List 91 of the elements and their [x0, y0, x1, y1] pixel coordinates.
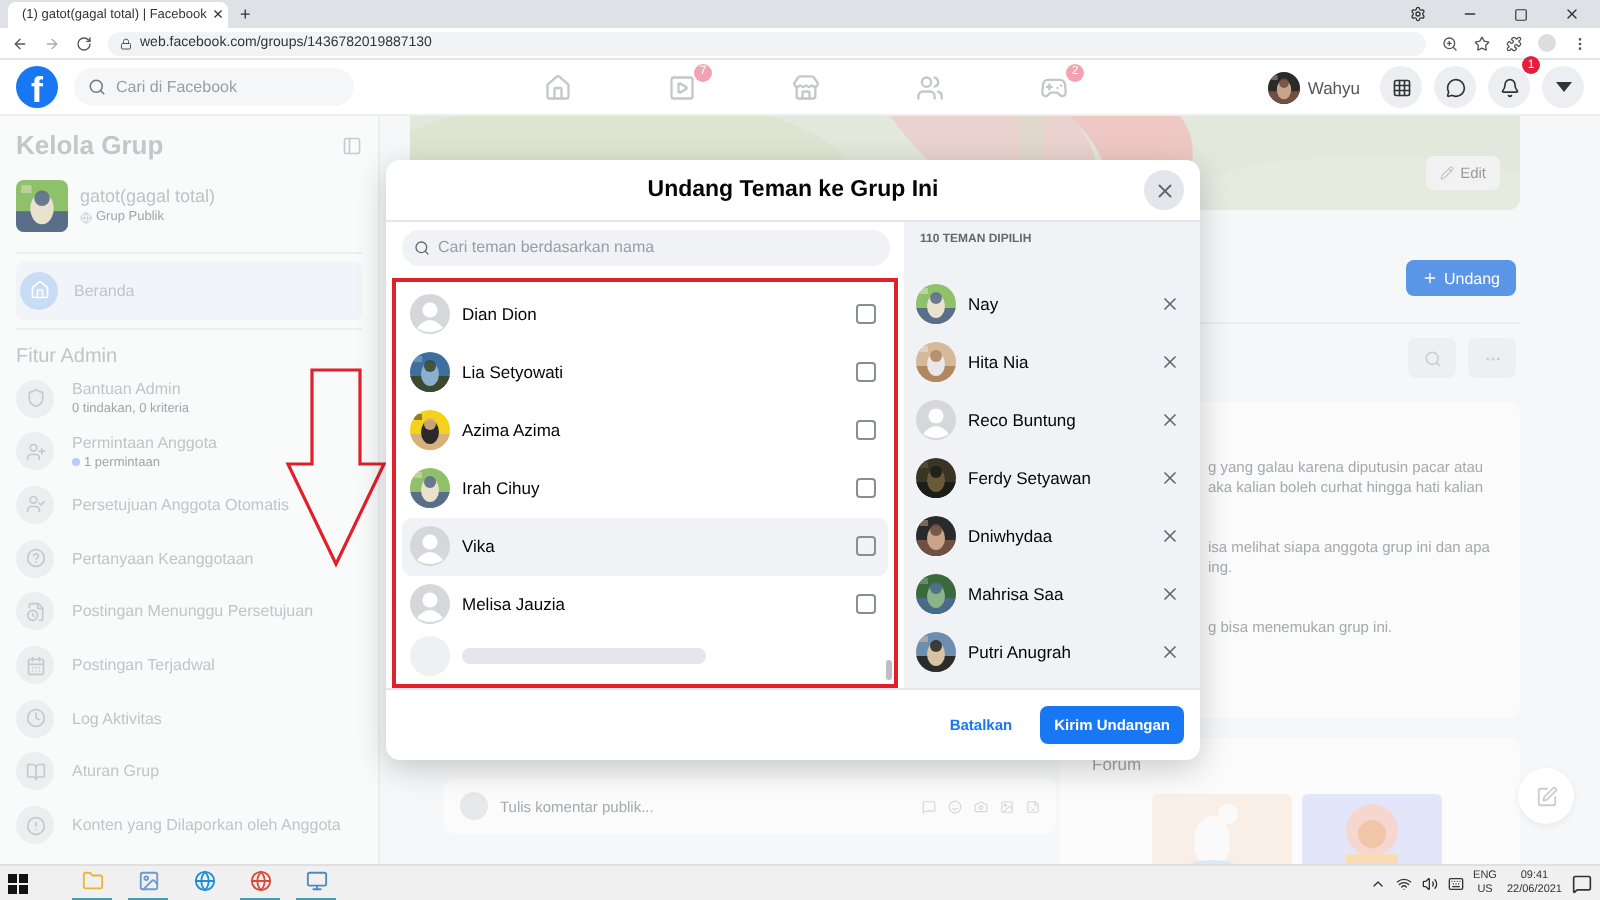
- friend-row[interactable]: Lia Setyowati: [402, 343, 888, 402]
- caret-icon: [1555, 82, 1571, 92]
- notification-center-icon[interactable]: [1572, 873, 1592, 893]
- remove-icon[interactable]: [1160, 409, 1180, 429]
- friend-name: Lia Setyowati: [462, 362, 566, 383]
- menu-button[interactable]: [1380, 66, 1422, 108]
- volume-icon[interactable]: [1421, 875, 1438, 891]
- checkbox[interactable]: [856, 420, 876, 441]
- grid-icon: [1391, 77, 1411, 97]
- selected-friend-name: Putri Anugrah: [968, 641, 1074, 661]
- search-icon: [88, 78, 106, 96]
- close-icon[interactable]: [1564, 6, 1580, 22]
- selected-friend-name: Reco Buntung: [968, 409, 1078, 429]
- forward-icon[interactable]: [44, 35, 60, 51]
- selected-friend-name: Mahrisa Saa: [968, 583, 1066, 603]
- new-tab-button[interactable]: +: [240, 6, 251, 24]
- profile-link[interactable]: Wahyu: [1267, 71, 1360, 103]
- messenger-icon: [1445, 77, 1465, 97]
- friend-search-field[interactable]: Cari teman berdasarkan nama: [402, 230, 890, 266]
- friend-row[interactable]: Azima Azima: [402, 401, 888, 460]
- question-icon: [25, 548, 45, 569]
- friend-name: Vika: [462, 536, 497, 557]
- dialog-title: Undang Teman ke Grup Ini: [647, 178, 939, 202]
- chrome-icon[interactable]: [249, 870, 271, 892]
- avatar-icon: [410, 526, 450, 567]
- friend-row[interactable]: Vika: [402, 517, 888, 576]
- account-button[interactable]: [1542, 66, 1584, 108]
- friend-name: Dian Dion: [462, 304, 539, 325]
- invite-button[interactable]: Undang: [1405, 260, 1516, 296]
- book-icon: [25, 761, 45, 782]
- remove-icon[interactable]: [1160, 525, 1180, 545]
- settings-icon[interactable]: [1410, 6, 1426, 22]
- close-button[interactable]: [1144, 170, 1184, 210]
- search-icon: [414, 239, 430, 256]
- pencil-icon: [1440, 166, 1455, 180]
- checkbox[interactable]: [856, 536, 876, 557]
- friend-row[interactable]: Irah Cihuy: [402, 459, 888, 518]
- calendar-icon: [25, 655, 45, 676]
- selected-friend-name: Hita Nia: [968, 351, 1031, 371]
- remove-icon[interactable]: [1160, 641, 1180, 661]
- globe-icon: [80, 211, 92, 224]
- search-icon: [1423, 349, 1441, 367]
- keyboard-icon[interactable]: [1447, 875, 1464, 891]
- remove-icon[interactable]: [1160, 583, 1180, 603]
- avatar-icon: [410, 584, 450, 625]
- clock-icon: [25, 708, 45, 729]
- tab-close-button[interactable]: ×: [212, 6, 224, 24]
- back-icon[interactable]: [12, 35, 28, 51]
- friend-row[interactable]: Melisa Jauzia: [402, 575, 888, 634]
- remove-icon[interactable]: [1160, 293, 1180, 313]
- unread-dot: [72, 458, 80, 467]
- lock-icon: [120, 37, 132, 49]
- checkbox[interactable]: [856, 594, 876, 615]
- bookmark-star-icon[interactable]: [1474, 35, 1490, 51]
- selected-friend-name: Ferdy Setyawan: [968, 467, 1093, 487]
- checkbox[interactable]: [856, 304, 876, 325]
- zoom-icon[interactable]: [1442, 35, 1458, 51]
- pending-post-icon: [25, 601, 45, 622]
- messenger-button[interactable]: [1434, 66, 1476, 108]
- extensions-icon[interactable]: [1506, 35, 1522, 51]
- plus-icon: [1421, 270, 1438, 286]
- user-add-icon: [25, 441, 45, 462]
- checkbox[interactable]: [856, 362, 876, 383]
- search-field[interactable]: Cari di Facebook: [74, 68, 354, 106]
- friend-name: Azima Azima: [462, 420, 563, 441]
- home-icon: [29, 280, 49, 301]
- reload-icon[interactable]: [76, 35, 92, 51]
- shield-icon: [25, 388, 45, 409]
- avatar-icon: [916, 399, 956, 439]
- selected-friend-name: Dniwhydaa: [968, 525, 1055, 545]
- friend-row[interactable]: Dian Dion: [402, 285, 888, 344]
- facebook-logo[interactable]: f: [16, 66, 58, 108]
- friend-name: Irah Cihuy: [462, 478, 542, 499]
- edge-icon[interactable]: [193, 870, 215, 892]
- friend-name: Melisa Jauzia: [462, 594, 567, 615]
- remove-icon[interactable]: [1160, 467, 1180, 487]
- alert-icon: [25, 815, 45, 836]
- selected-friend-name: Nay: [968, 293, 1001, 313]
- user-check-icon: [25, 494, 45, 515]
- bell-icon: [1499, 77, 1519, 97]
- notifications-button[interactable]: [1488, 66, 1530, 108]
- compose-icon: [1535, 785, 1557, 807]
- windows-start-icon[interactable]: [8, 873, 28, 893]
- app-icon[interactable]: [305, 870, 327, 892]
- paint-icon[interactable]: [137, 870, 159, 892]
- avatar-icon: [410, 294, 450, 335]
- remove-icon[interactable]: [1160, 351, 1180, 371]
- network-icon[interactable]: [1395, 875, 1412, 891]
- checkbox[interactable]: [856, 478, 876, 499]
- maximize-icon[interactable]: [1514, 7, 1528, 21]
- close-icon: [1153, 179, 1175, 201]
